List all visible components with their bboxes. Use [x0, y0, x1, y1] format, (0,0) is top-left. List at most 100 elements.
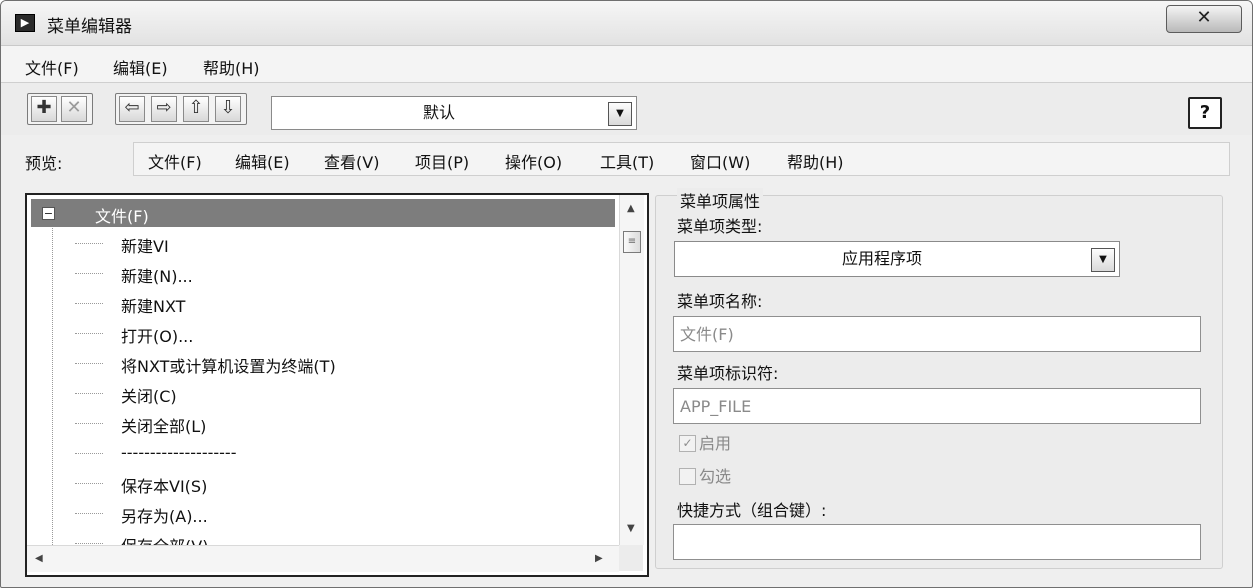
scroll-down-icon[interactable]: ▼ [627, 523, 635, 534]
tree-connector [75, 333, 103, 334]
tree-item[interactable]: 打开(O)... [31, 319, 615, 347]
menu-help[interactable]: 帮助(H) [203, 55, 260, 79]
arrow-left-icon: ⇦ [124, 97, 140, 118]
delete-icon: ✕ [66, 97, 82, 118]
tree-item-label: 保存本VI(S) [121, 477, 208, 496]
item-type-value: 应用程序项 [841, 249, 922, 268]
close-icon: ✕ [1196, 7, 1212, 28]
move-group: ⇦ ⇨ ⇧ ⇩ [115, 93, 247, 125]
preview-menu-file[interactable]: 文件(F) [148, 149, 202, 173]
menu-type-select[interactable]: 默认 ▼ [271, 96, 637, 130]
arrow-down-icon: ⇩ [220, 97, 236, 118]
item-tag-label: 菜单项标识符: [677, 364, 779, 383]
menu-bar: 文件(F) 编辑(E) 帮助(H) [1, 46, 1252, 83]
add-item-button[interactable]: ✚ [31, 96, 57, 122]
arrow-right-icon: ⇨ [156, 97, 172, 118]
preview-menu-window[interactable]: 窗口(W) [690, 149, 750, 173]
collapse-icon[interactable]: − [42, 207, 55, 220]
preview-menu-edit[interactable]: 编辑(E) [235, 149, 290, 173]
tree-connector [75, 543, 103, 544]
horizontal-scrollbar[interactable]: ◀ ▶ [27, 545, 619, 572]
preview-menu-bar: 文件(F) 编辑(E) 查看(V) 项目(P) 操作(O) 工具(T) 窗口(W… [133, 142, 1230, 176]
tree-connector [75, 453, 103, 454]
item-name-label: 菜单项名称: [677, 292, 763, 311]
tree-item-label: -------------------- [121, 443, 237, 462]
tree-item[interactable]: 另存为(A)... [31, 499, 615, 527]
tree-connector [75, 423, 103, 424]
tree-connector [75, 513, 103, 514]
item-tag-field[interactable]: APP_FILE [673, 388, 1201, 424]
move-down-button[interactable]: ⇩ [215, 96, 241, 122]
dropdown-arrow-icon: ▼ [608, 102, 632, 126]
arrow-up-icon: ⇧ [188, 97, 204, 118]
tree-connector [75, 243, 103, 244]
tree-item-label: 将NXT或计算机设置为终端(T) [121, 357, 336, 376]
shortcut-field[interactable] [673, 524, 1201, 560]
tree-connector [75, 273, 103, 274]
tree-item[interactable]: 保存全部(V) [31, 529, 615, 545]
menu-file[interactable]: 文件(F) [25, 55, 79, 79]
enabled-checkbox[interactable]: ✓ [679, 435, 696, 452]
shortcut-label: 快捷方式（组合键）: [677, 501, 827, 520]
menu-tree[interactable]: − 文件(F) 新建VI 新建(N)... 新建NXT 打开(O)... 将NX… [25, 193, 649, 577]
item-type-select[interactable]: 应用程序项 ▼ [674, 241, 1120, 277]
item-type-label: 菜单项类型: [677, 217, 763, 236]
move-left-button[interactable]: ⇦ [119, 96, 145, 122]
preview-menu-help[interactable]: 帮助(H) [787, 149, 844, 173]
tree-item[interactable]: 关闭全部(L) [31, 409, 615, 437]
tree-item-label: 关闭全部(L) [121, 417, 207, 436]
tree-connector [75, 363, 103, 364]
menu-editor-window: ▶ 菜单编辑器 ✕ 文件(F) 编辑(E) 帮助(H) ✚ ✕ ⇦ ⇨ ⇧ ⇩ … [0, 0, 1253, 588]
enabled-label: 启用 [699, 434, 732, 453]
tree-item-root[interactable]: − 文件(F) [31, 199, 615, 227]
preview-menu-view[interactable]: 查看(V) [324, 149, 379, 173]
scroll-left-icon[interactable]: ◀ [35, 553, 43, 564]
help-button[interactable]: ? [1188, 97, 1222, 129]
tree-item[interactable]: 新建VI [31, 229, 615, 257]
window-title: 菜单编辑器 [47, 17, 132, 37]
title-bar: ▶ 菜单编辑器 ✕ [1, 1, 1252, 46]
tree-item-separator[interactable]: -------------------- [31, 439, 615, 467]
tree-item[interactable]: 新建(N)... [31, 259, 615, 287]
menu-edit[interactable]: 编辑(E) [113, 55, 168, 79]
app-icon: ▶ [15, 14, 35, 32]
tree-connector [75, 483, 103, 484]
tree-item-label: 保存全部(V) [121, 533, 208, 545]
preview-menu-tools[interactable]: 工具(T) [600, 149, 654, 173]
tree-item-label: 关闭(C) [121, 387, 177, 406]
tree-connector [75, 303, 103, 304]
properties-title: 菜单项属性 [677, 188, 764, 212]
checked-label: 勾选 [699, 467, 732, 486]
move-up-button[interactable]: ⇧ [183, 96, 209, 122]
plus-icon: ✚ [36, 97, 52, 118]
tree-connector [75, 393, 103, 394]
tree-item-label: 新建NXT [121, 297, 186, 316]
tree-item-label: 文件(F) [95, 207, 149, 226]
scroll-corner [619, 545, 643, 571]
vertical-scrollbar[interactable]: ▲ ≡ ▼ [619, 195, 644, 545]
preview-menu-project[interactable]: 项目(P) [415, 149, 469, 173]
preview-label: 预览: [25, 154, 63, 173]
scroll-up-icon[interactable]: ▲ [627, 203, 635, 214]
scroll-thumb[interactable]: ≡ [623, 231, 641, 253]
tree-item[interactable]: 新建NXT [31, 289, 615, 317]
menu-type-value: 默认 [422, 103, 455, 122]
dropdown-arrow-icon: ▼ [1091, 248, 1115, 272]
move-right-button[interactable]: ⇨ [151, 96, 177, 122]
tree-item-label: 另存为(A)... [121, 507, 208, 526]
delete-item-button[interactable]: ✕ [61, 96, 87, 122]
tree-item[interactable]: 关闭(C) [31, 379, 615, 407]
close-button[interactable]: ✕ [1166, 5, 1242, 33]
checked-checkbox[interactable] [679, 468, 696, 485]
tree-item[interactable]: 保存本VI(S) [31, 469, 615, 497]
tree-item-label: 打开(O)... [121, 327, 194, 346]
add-delete-group: ✚ ✕ [27, 93, 93, 125]
preview-menu-operate[interactable]: 操作(O) [505, 149, 562, 173]
tree-item[interactable]: 将NXT或计算机设置为终端(T) [31, 349, 615, 377]
scroll-right-icon[interactable]: ▶ [595, 553, 603, 564]
tree-item-label: 新建VI [121, 237, 169, 256]
tree-item-label: 新建(N)... [121, 267, 193, 286]
item-name-field[interactable]: 文件(F) [673, 316, 1201, 352]
toolbar: ✚ ✕ ⇦ ⇨ ⇧ ⇩ 默认 ▼ [1, 83, 1252, 135]
help-icon: ? [1199, 102, 1211, 123]
